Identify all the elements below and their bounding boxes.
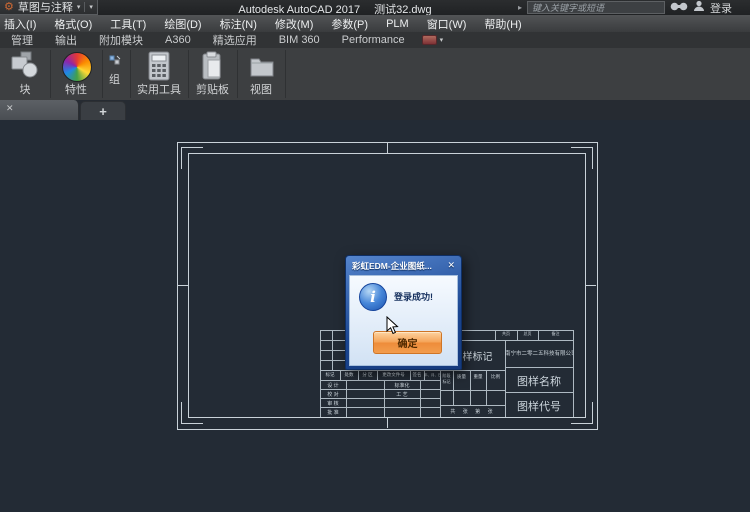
color-wheel-icon	[62, 52, 92, 82]
stage-mark-label: 阶段	[440, 373, 453, 378]
menu-parametric[interactable]: 参数(P)	[322, 16, 377, 32]
ok-button[interactable]: 确定	[373, 331, 442, 354]
signin-button[interactable]: 登录	[710, 0, 732, 16]
sheet-count-row: 共 张 第 张	[442, 408, 504, 415]
chevron-down-icon: ▾	[440, 37, 444, 44]
login-success-dialog: 彩虹EDM-企业图纸... ✕ i 登录成功! 确定	[345, 255, 462, 370]
company-name: 南宁市二零二五科技有限公司	[505, 349, 573, 357]
view-button[interactable]	[249, 54, 275, 83]
cursor-arrow-icon	[386, 316, 399, 340]
workspace-label: 草图与注释	[18, 0, 73, 15]
file-tab-bar: ✕ +	[0, 100, 750, 120]
menu-dimension[interactable]: 标注(N)	[211, 16, 266, 32]
ribbon: 块 特性 组	[0, 48, 750, 101]
ribbon-display-toggle[interactable]: ▾	[422, 35, 444, 45]
menu-tools[interactable]: 工具(T)	[101, 16, 155, 32]
chevron-down-icon[interactable]: ▾	[89, 4, 93, 11]
stage-mark-label: 标记	[440, 379, 453, 384]
dialog-message: 登录成功!	[394, 290, 433, 303]
dialog-title: 彩虹EDM-企业图纸...	[352, 260, 432, 272]
menu-modify[interactable]: 修改(M)	[266, 16, 323, 32]
dialog-titlebar[interactable]: 彩虹EDM-企业图纸... ✕	[346, 256, 461, 275]
plus-icon: +	[99, 104, 107, 119]
workspace-switcher[interactable]: ⚙ 草图与注释 ▾ ▾	[0, 0, 98, 15]
block-button[interactable]	[10, 51, 40, 84]
calculator-icon	[148, 51, 170, 81]
expand-arrow-icon[interactable]: ▸	[518, 3, 522, 12]
touch-mode-icon	[422, 35, 437, 45]
menu-insert[interactable]: 插入(I)	[0, 16, 45, 32]
tb-top-cell: 总页	[517, 331, 538, 337]
drawing-code-label: 图样代号	[505, 398, 573, 414]
ribbon-tab-addins[interactable]: 附加模块	[88, 32, 154, 48]
panel-label-clipboard: 剪贴板	[188, 81, 237, 97]
titlebar: ⚙ 草图与注释 ▾ ▾ Autodesk AutoCAD 2017测试32.dw…	[0, 0, 750, 15]
ribbon-tab-performance[interactable]: Performance	[331, 34, 416, 46]
ribbon-tab-a360[interactable]: A360	[154, 34, 202, 46]
clipboard-icon	[201, 51, 223, 81]
ribbon-tab-output[interactable]: 输出	[44, 32, 88, 48]
menu-draw[interactable]: 绘图(D)	[155, 16, 210, 32]
drawing-name-label: 图样名称	[505, 373, 573, 389]
ribbon-tab-bar: 管理 输出 附加模块 A360 精选应用 BIM 360 Performance…	[0, 32, 750, 48]
folder-view-icon	[249, 54, 275, 78]
ribbon-tab-bim360[interactable]: BIM 360	[268, 34, 331, 46]
file-tab-active[interactable]: ✕	[0, 100, 79, 120]
new-drawing-tab-button[interactable]: +	[80, 101, 126, 121]
gear-icon: ⚙	[4, 2, 14, 13]
menubar: 插入(I) 格式(O) 工具(T) 绘图(D) 标注(N) 修改(M) 参数(P…	[0, 15, 750, 32]
panel-label-view: 视图	[237, 81, 285, 97]
panel-label-utilities: 实用工具	[130, 81, 188, 97]
menu-format[interactable]: 格式(O)	[45, 16, 101, 32]
menu-help[interactable]: 帮助(H)	[475, 16, 530, 32]
info-icon: i	[359, 283, 387, 311]
menu-window[interactable]: 窗口(W)	[418, 16, 476, 32]
tb-top-cell: 共页	[495, 331, 517, 337]
properties-button[interactable]	[62, 52, 92, 82]
divider	[84, 2, 85, 12]
autocad-window: ⚙ 草图与注释 ▾ ▾ Autodesk AutoCAD 2017测试32.dw…	[0, 0, 750, 512]
group-label: 组	[109, 71, 121, 87]
tb-top-cell: 备注	[538, 331, 573, 337]
ribbon-tab-manage[interactable]: 管理	[0, 32, 44, 48]
search-input[interactable]	[527, 1, 665, 14]
panel-label-block: 块	[0, 81, 50, 97]
block-icon	[10, 51, 40, 79]
binoculars-search-icon[interactable]	[670, 1, 688, 15]
group-button[interactable]: 组	[109, 53, 121, 87]
infocenter: ▸ 登录	[518, 1, 732, 14]
group-icon	[109, 55, 121, 66]
ribbon-tab-featured-apps[interactable]: 精选应用	[202, 32, 268, 48]
close-icon[interactable]: ✕	[6, 104, 14, 113]
menu-plm[interactable]: PLM	[377, 18, 418, 30]
panel-label-properties: 特性	[50, 81, 102, 97]
chevron-down-icon: ▾	[77, 4, 81, 11]
drawing-canvas[interactable]: 共页 总页 备注 南宁市二零二五科技有限公司 图样标记 图样名称 图样代号 标记…	[0, 120, 750, 512]
close-icon[interactable]: ✕	[447, 260, 455, 271]
user-icon[interactable]	[693, 0, 705, 15]
